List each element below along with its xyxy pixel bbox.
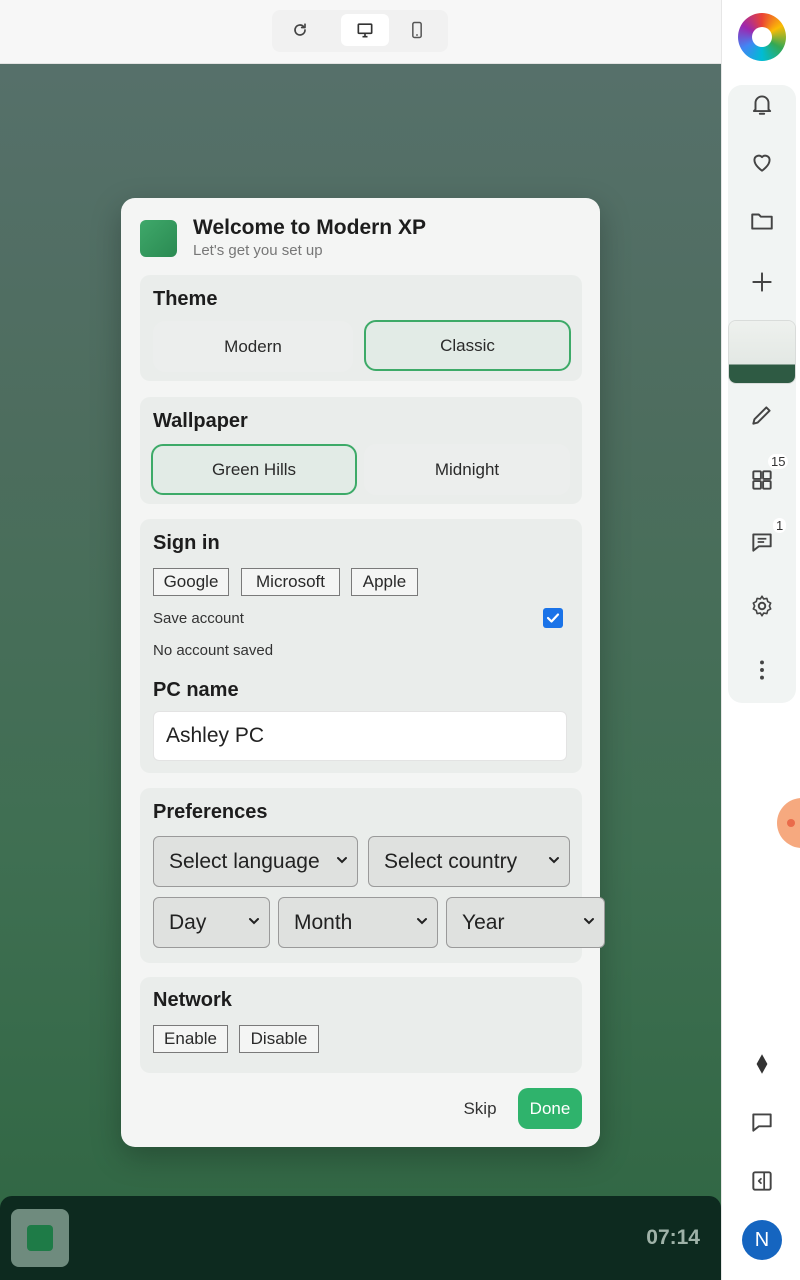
edit-button[interactable] [747,400,777,430]
taskbar: 07:14 [0,1196,721,1280]
signin-section: Sign in Google Microsoft Apple Save acco… [140,519,582,773]
heart-icon [753,154,771,172]
more-options-button[interactable] [747,655,777,685]
app-logo [140,220,177,257]
month-select-value: Month [294,910,353,934]
country-select[interactable]: Select country [368,836,570,887]
user-avatar[interactable]: N [742,1220,782,1260]
wallpaper-option-midnight[interactable]: Midnight [364,444,570,495]
save-account-label: Save account [153,610,244,627]
assistant-dot-icon [787,819,795,827]
browser-sidebar: 15 1 N [721,0,800,1280]
browser-logo-icon[interactable] [738,13,786,61]
theme-section: Theme Modern Classic [140,275,582,381]
view-toolbar-group [272,10,448,52]
chevron-down-icon [549,857,559,864]
month-select[interactable]: Month [278,897,438,948]
skip-button[interactable]: Skip [454,1094,506,1124]
language-select-value: Select language [169,849,320,873]
network-disable-button[interactable]: Disable [239,1025,319,1053]
favorites-button[interactable] [747,147,777,177]
plus-icon [752,272,772,292]
chevron-down-icon [417,918,427,925]
wallpaper-heading: Wallpaper [153,410,248,432]
network-enable-button[interactable]: Enable [153,1025,228,1053]
save-account-checkbox[interactable] [543,608,563,628]
settings-button[interactable] [747,591,777,621]
country-select-value: Select country [384,849,518,873]
thumbnail-preview [729,321,795,383]
signin-apple-button[interactable]: Apple [351,568,418,596]
folder-icon [751,213,773,230]
chevron-down-icon [249,918,259,925]
theme-option-classic[interactable]: Classic [364,320,571,371]
done-button[interactable]: Done [518,1088,582,1129]
gear-icon [752,595,772,617]
dialog-title: Welcome to Modern XP [193,216,426,239]
diamond-button[interactable] [747,1049,777,1079]
chevron-down-icon [337,857,347,864]
sidebar-toggle-button[interactable] [747,1166,777,1196]
pc-name-input[interactable]: Ashley PC [153,711,567,761]
checkmark-icon [546,613,560,623]
desktop-view-button[interactable] [341,14,389,46]
year-select-value: Year [462,910,505,934]
chat-button[interactable] [747,1107,777,1137]
pencil-icon [752,406,771,425]
message-icon [752,533,772,552]
mobile-icon [412,21,422,39]
wallpaper-option-green-hills[interactable]: Green Hills [151,444,357,495]
year-select[interactable]: Year [446,897,605,948]
theme-option-modern[interactable]: Modern [153,321,353,372]
chat-icon [752,1113,772,1132]
preferences-section: Preferences Select language Select count… [140,788,605,963]
account-status-text: No account saved [153,642,274,659]
diamond-icon [756,1054,768,1074]
sidebar-toggle-icon [752,1171,772,1191]
more-vertical-icon [760,660,764,680]
reload-button[interactable] [276,14,324,46]
top-toolbar [0,0,721,64]
start-logo-icon [27,1225,53,1251]
folder-button[interactable] [747,206,777,236]
desktop-icon [357,23,373,38]
network-section: Network Enable Disable [140,977,582,1073]
mobile-view-button[interactable] [393,14,441,46]
wallpaper-section: Wallpaper Green Hills Midnight [140,397,582,504]
signin-google-button[interactable]: Google [153,568,229,596]
chevron-down-icon [584,918,594,925]
language-select[interactable]: Select language [153,836,358,887]
taskbar-clock: 07:14 [646,1226,700,1249]
pc-name-heading: PC name [153,679,239,701]
messages-button[interactable] [747,527,777,557]
signin-heading: Sign in [153,532,220,554]
apps-badge: 15 [768,454,789,469]
page-thumbnail[interactable] [728,320,796,384]
reload-icon [294,23,306,36]
dialog-subtitle: Let's get you set up [193,242,323,259]
day-select-value: Day [169,910,207,934]
notifications-button[interactable] [747,89,777,119]
day-select[interactable]: Day [153,897,270,948]
theme-heading: Theme [153,288,218,310]
network-heading: Network [153,989,232,1011]
signin-microsoft-button[interactable]: Microsoft [241,568,340,596]
preferences-heading: Preferences [153,801,268,823]
messages-badge: 1 [773,518,787,533]
apps-grid-icon [752,470,772,490]
apps-button[interactable] [747,465,777,495]
start-button[interactable] [11,1209,69,1267]
bell-icon [752,95,772,115]
setup-dialog: Welcome to Modern XP Let's get you set u… [121,198,605,1147]
add-button[interactable] [747,267,777,297]
